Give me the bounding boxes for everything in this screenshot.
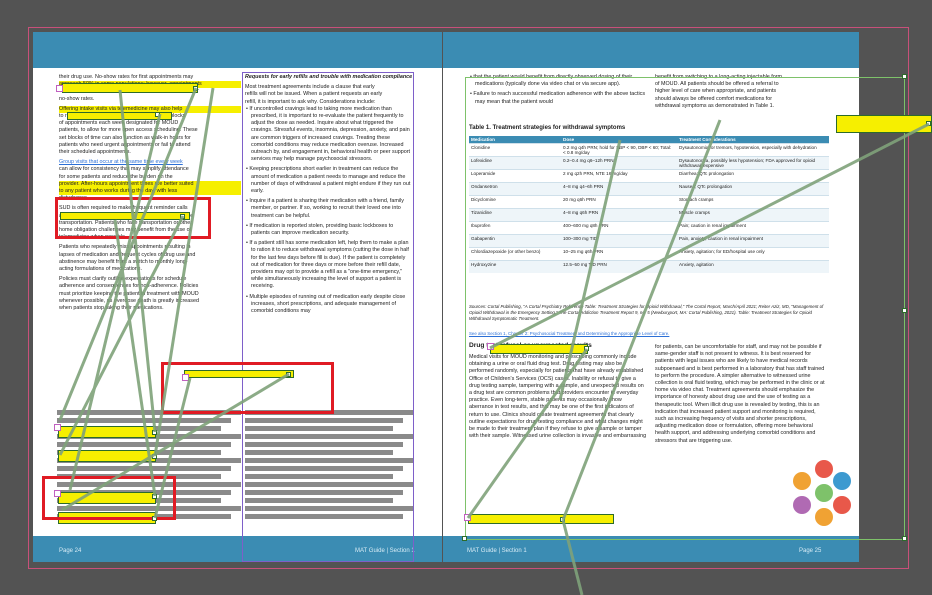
body-line: refills will not be issued. When a patie… — [245, 91, 383, 98]
out-port-handle[interactable] — [926, 121, 931, 126]
overset-line — [57, 442, 231, 447]
body-line: for some patients and reduce the burden … — [59, 173, 173, 180]
overset-line — [245, 418, 403, 423]
overset-line — [245, 490, 403, 495]
threaded-frame[interactable] — [468, 514, 614, 524]
body-line: patients who need urgent appointments or… — [59, 141, 191, 148]
body-line: their scheduled appointments. — [59, 149, 131, 156]
body-line: Most treatment agreements include a clau… — [245, 84, 375, 91]
threaded-frame[interactable] — [836, 115, 932, 133]
overset-line — [57, 418, 231, 423]
subheading-early-refills: Requests for early refills and trouble w… — [245, 74, 413, 80]
out-port-handle[interactable] — [152, 430, 157, 435]
bullet-item: • If uncontrolled cravings lead to takin… — [246, 105, 411, 163]
body-column-2[interactable]: Requests for early refills and trouble w… — [245, 74, 413, 318]
body-line: of appointments each week designated for… — [59, 120, 179, 127]
corner-handle[interactable] — [902, 74, 907, 79]
overset-line — [245, 458, 413, 463]
in-port-tag[interactable] — [54, 490, 61, 497]
threaded-frame[interactable] — [62, 83, 198, 93]
out-port-handle[interactable] — [180, 214, 185, 219]
body-line: adherence and consequences for non-adher… — [59, 283, 199, 290]
annotation-box — [161, 362, 334, 414]
body-line: refill, it is important to ask why. Cons… — [245, 98, 376, 105]
body-line: must prioritize keeping the patient in t… — [59, 290, 199, 297]
in-port-tag[interactable] — [182, 374, 189, 381]
body-line: provider. After-hours appointment times … — [59, 180, 241, 189]
out-port-handle[interactable] — [152, 454, 157, 459]
overset-line — [245, 426, 393, 431]
out-port-handle[interactable] — [155, 112, 160, 117]
body-line: lapses of medication and frequent cycles… — [59, 251, 196, 258]
body-line: Group visits that occur at the same time… — [59, 159, 183, 166]
in-port-tag[interactable] — [54, 424, 61, 431]
bullet-item: • Multiple episodes of running out of me… — [246, 293, 406, 315]
overset-line — [245, 450, 393, 455]
overset-line — [245, 514, 403, 519]
body-line: when patients stop taking their medicati… — [59, 305, 164, 312]
bullet-item: • If medication is reported stolen, prov… — [246, 222, 394, 237]
footer-guide-label: MAT Guide | Section 1 — [467, 548, 527, 554]
out-port-handle[interactable] — [584, 346, 589, 351]
body-line: abstinence may benefit from a switch to … — [59, 258, 188, 265]
bullet-item: • Inquire if a patient is sharing their … — [246, 198, 404, 219]
in-port-tag[interactable] — [56, 85, 63, 92]
page-header-band — [33, 32, 442, 68]
body-line: patients, to allow for more open access … — [59, 127, 198, 134]
out-port-handle[interactable] — [152, 494, 157, 499]
out-port-handle[interactable] — [152, 516, 157, 521]
overset-line — [245, 506, 413, 511]
overset-line — [245, 482, 413, 487]
body-line: Policies must clarify outline expectatio… — [59, 276, 187, 283]
threaded-frame[interactable] — [490, 344, 588, 354]
corner-handle[interactable] — [462, 536, 467, 541]
body-line: acting formulations of medications. — [59, 266, 142, 273]
bullet-item: • If a patient still has some medication… — [246, 240, 409, 290]
body-line: no-show rates. — [59, 95, 95, 102]
corner-handle[interactable] — [902, 536, 907, 541]
body-line: can allow for consistency that may simpl… — [59, 166, 189, 173]
body-column-1[interactable]: their drug use. No-show rates for first … — [59, 74, 241, 312]
page-number: Page 25 — [799, 548, 822, 554]
overset-line — [245, 466, 403, 471]
overset-line — [245, 434, 413, 439]
body-line: their drug use. No-show rates for first … — [59, 74, 194, 80]
body-line: set blocks of time can also function as … — [59, 134, 191, 141]
body-line: Patients who repeatedly miss appointment… — [59, 244, 191, 251]
corner-handle[interactable] — [902, 308, 907, 313]
page-header-band — [443, 32, 859, 68]
overset-line — [245, 498, 393, 503]
overset-line — [57, 466, 231, 471]
threaded-frame[interactable] — [58, 450, 156, 462]
bullet-item: • Keeping prescriptions short earlier in… — [246, 166, 411, 195]
annotation-box — [55, 197, 211, 239]
body-line: whenever possible, as overdose death is … — [59, 297, 199, 304]
body-line: to any patient who works during the day,… — [59, 188, 241, 196]
out-port-handle[interactable] — [193, 86, 198, 91]
selected-frame-bounds[interactable] — [465, 77, 905, 540]
threaded-frame[interactable] — [58, 426, 156, 438]
in-port-tag[interactable] — [487, 343, 494, 350]
overset-line — [245, 474, 393, 479]
overset-line — [245, 442, 403, 447]
in-port-tag[interactable] — [464, 514, 471, 521]
page-number: Page 24 — [59, 548, 82, 554]
out-port-handle[interactable] — [560, 517, 565, 522]
out-port-handle[interactable] — [286, 372, 291, 377]
